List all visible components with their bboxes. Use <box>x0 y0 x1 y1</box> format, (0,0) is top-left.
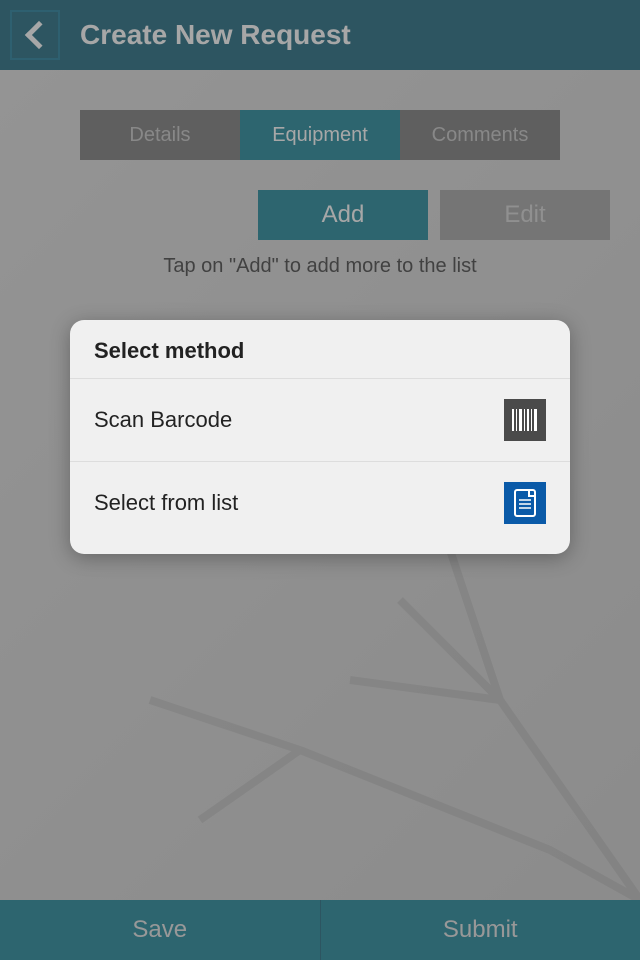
option-scan-barcode[interactable]: Scan Barcode <box>70 379 570 462</box>
barcode-icon <box>504 399 546 441</box>
option-select-from-list[interactable]: Select from list <box>70 462 570 554</box>
document-list-icon <box>504 482 546 524</box>
option-label: Scan Barcode <box>94 407 232 433</box>
option-label: Select from list <box>94 490 238 516</box>
dialog-title: Select method <box>70 320 570 379</box>
select-method-dialog: Select method Scan Barcode Select from l… <box>70 320 570 554</box>
